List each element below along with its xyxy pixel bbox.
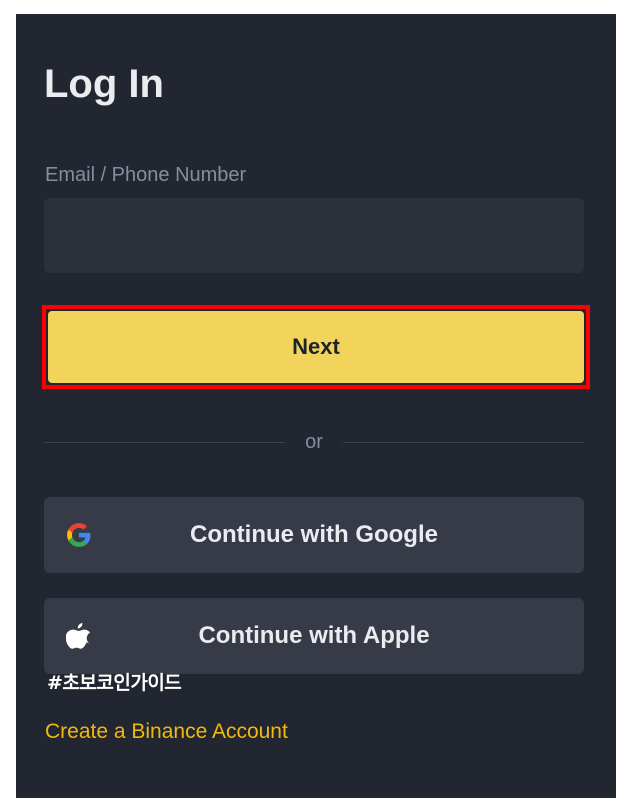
next-button[interactable]: Next [48,311,584,383]
page-title: Log In [44,62,164,106]
email-phone-input[interactable] [44,198,584,273]
apple-button-label: Continue with Apple [198,622,430,649]
apple-logo-icon [66,623,90,649]
next-button-highlight: Next [42,305,590,389]
email-field-label: Email / Phone Number [45,164,247,186]
create-account-link[interactable]: Create a Binance Account [45,720,288,744]
or-divider: or [44,429,585,455]
continue-with-apple-button[interactable]: Continue with Apple [44,598,584,674]
continue-with-google-button[interactable]: Continue with Google [44,497,584,573]
divider-or-text: or [305,430,323,453]
google-logo-icon [66,522,92,548]
google-button-label: Continue with Google [190,521,438,548]
divider-line-right [342,441,585,443]
watermark-text: #초보코인가이드 [47,672,182,694]
divider-line-left [44,441,286,443]
